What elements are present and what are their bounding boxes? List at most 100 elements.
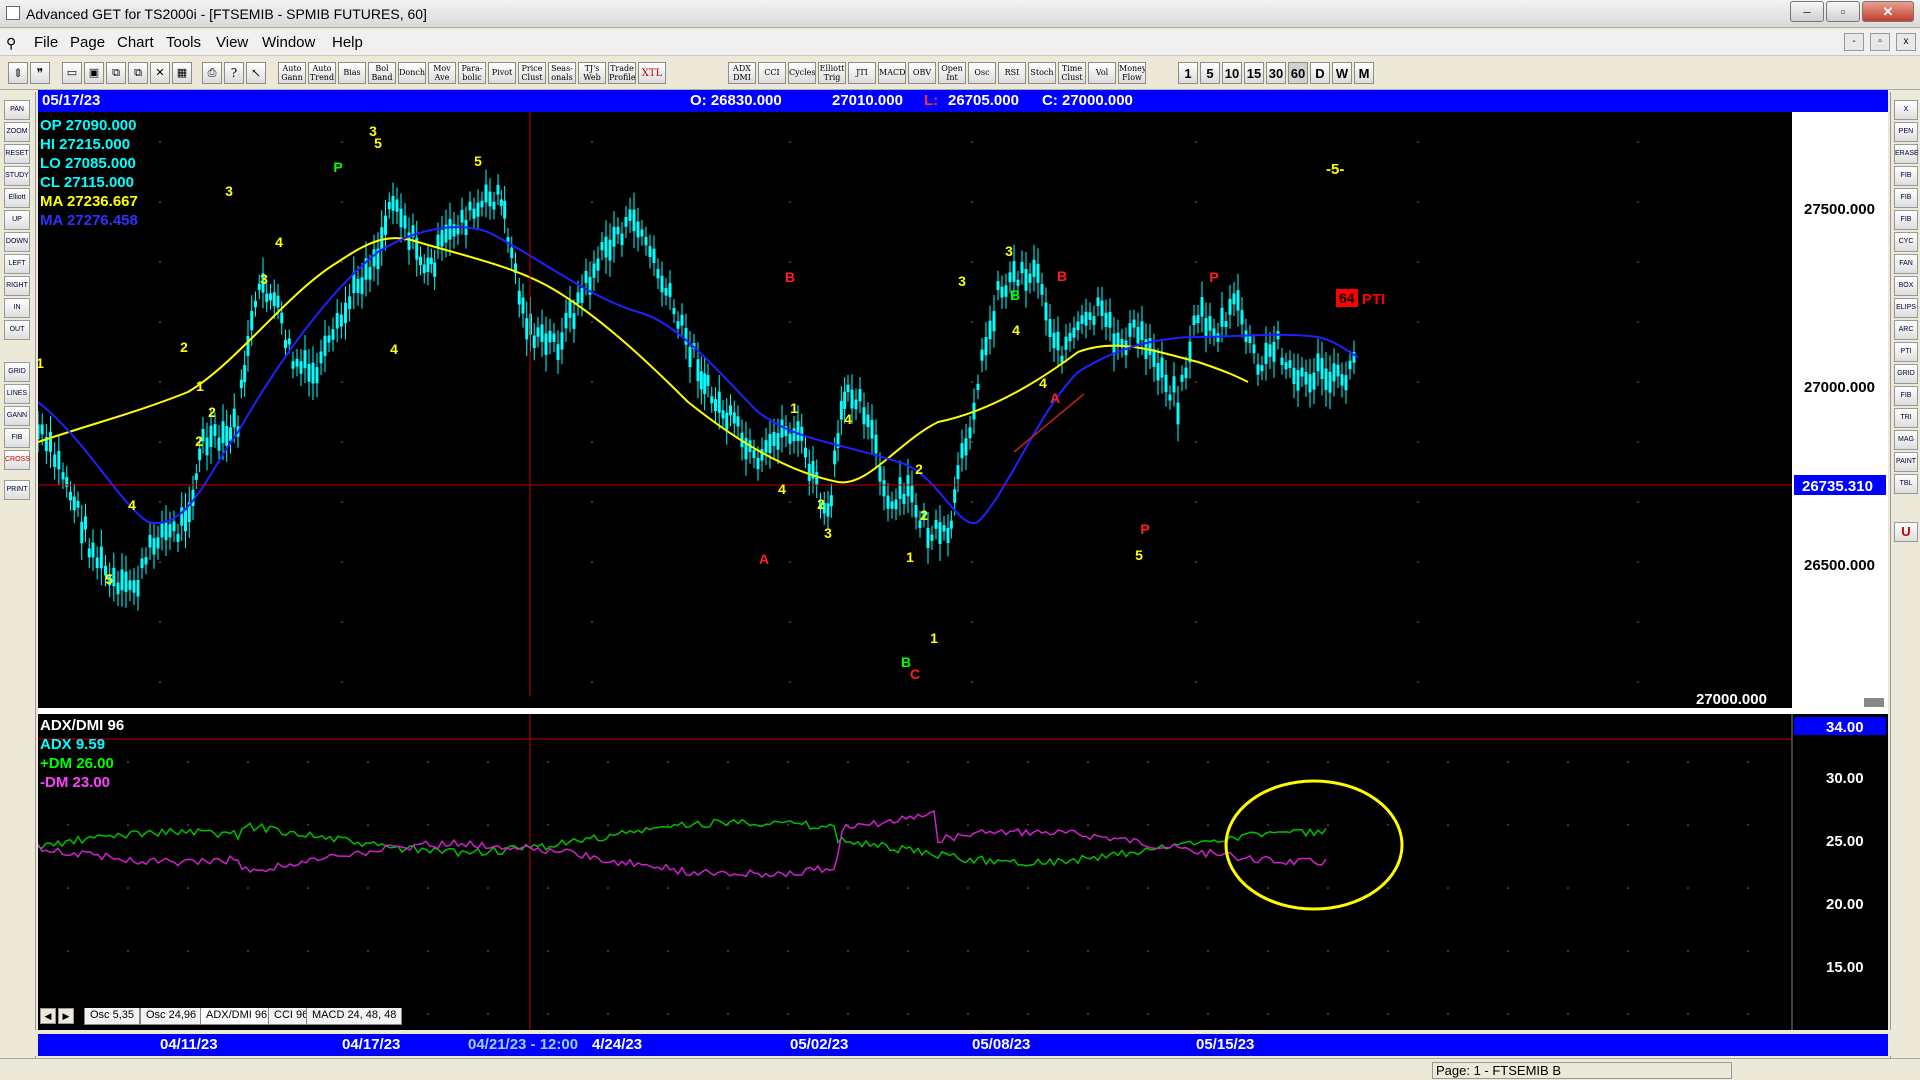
paint-tool[interactable]: PAINT	[1894, 452, 1918, 472]
table-tool[interactable]: TBL	[1894, 474, 1918, 494]
tab-macd[interactable]: MACD 24, 48, 48	[306, 1008, 403, 1025]
adx-dmi-button[interactable]: ADX DMI	[728, 62, 756, 84]
chart-area[interactable]: 05/17/23 O: 26830.000 27010.000 L: 26705…	[38, 90, 1888, 1040]
timeframe-d-button[interactable]: D	[1310, 62, 1330, 84]
grid-tool[interactable]: GRID	[4, 362, 30, 382]
stoch-button[interactable]: Stoch	[1028, 62, 1056, 84]
price-chart[interactable]: OP 27090.000 HI 27215.000 LO 27085.000 C…	[38, 112, 1888, 1040]
mov-ave-button[interactable]: Mov Ave	[428, 62, 456, 84]
trade-profile-button[interactable]: Trade Profile	[608, 62, 636, 84]
menu-page[interactable]: Page	[70, 34, 105, 51]
osc-button[interactable]: Osc	[968, 62, 996, 84]
grid-draw-tool[interactable]: GRID	[1894, 364, 1918, 384]
elliott-tool[interactable]: Elliott	[4, 188, 30, 208]
cci-button[interactable]: CCI	[758, 62, 786, 84]
menu-tools[interactable]: Tools	[166, 34, 201, 51]
mdi-restore-button[interactable]: ▫	[1870, 33, 1890, 51]
close-drawing-tool[interactable]: X	[1894, 100, 1918, 120]
quote-icon[interactable]: ❞	[30, 62, 50, 84]
scroll-up-tool[interactable]: UP	[4, 210, 30, 230]
timeframe-w-button[interactable]: W	[1332, 62, 1352, 84]
delete-icon[interactable]: ✕	[150, 62, 170, 84]
mdi-close-button[interactable]: x	[1896, 33, 1916, 51]
fib-extension-tool[interactable]: FIB EXT	[1894, 188, 1918, 219]
zoom-tool[interactable]: ZOOM	[4, 122, 30, 142]
price-clust-button[interactable]: Price Clust	[518, 62, 546, 84]
pti-tool[interactable]: PTI	[1894, 342, 1918, 362]
pin-icon[interactable]: ⚲	[6, 35, 16, 52]
context-help-icon[interactable]: ↖	[246, 62, 266, 84]
scroll-right-tool[interactable]: RIGHT	[4, 276, 30, 296]
jti-button[interactable]: JTI	[848, 62, 876, 84]
cycles-button[interactable]: Cycles	[788, 62, 816, 84]
fib-box-tool[interactable]: FIB BOX	[1894, 386, 1918, 417]
expand-tool[interactable]: OUT	[4, 320, 30, 340]
rsi-button[interactable]: RSI	[998, 62, 1026, 84]
tab-prev-button[interactable]: ◀	[40, 1008, 56, 1024]
fan-tool[interactable]: FAN	[1894, 254, 1918, 274]
ellipse-tool[interactable]: ELIPS	[1894, 298, 1918, 318]
obv-button[interactable]: OBV	[908, 62, 936, 84]
fib-time-tool[interactable]: FIB TIME	[1894, 210, 1918, 241]
timeframe-m-button[interactable]: M	[1354, 62, 1374, 84]
compress-tool[interactable]: IN	[4, 298, 30, 318]
maximize-button[interactable]: ▫	[1826, 1, 1860, 22]
arc-tool[interactable]: ARC	[1894, 320, 1918, 340]
vol-button[interactable]: Vol	[1088, 62, 1116, 84]
new-page-icon[interactable]: ▭	[62, 62, 82, 84]
copy-icon[interactable]: ⧉	[106, 62, 126, 84]
scroll-left-tool[interactable]: LEFT	[4, 254, 30, 274]
minimize-button[interactable]: –	[1790, 1, 1824, 22]
pivot-button[interactable]: Pivot	[488, 62, 516, 84]
tab-osc-5-35[interactable]: Osc 5,35	[84, 1008, 141, 1025]
crosshair-tool[interactable]: CROSS	[4, 450, 30, 470]
bias-button[interactable]: Bias	[338, 62, 366, 84]
pointer-icon[interactable]: ⇕	[8, 62, 28, 84]
mdi-minimize-button[interactable]: -	[1844, 33, 1864, 51]
macd-button[interactable]: MACD	[878, 62, 906, 84]
scale-icon[interactable]	[1864, 698, 1884, 707]
menu-view[interactable]: View	[216, 34, 248, 51]
xtl-button[interactable]: XTL	[638, 62, 666, 84]
help-icon[interactable]: ?	[224, 62, 244, 84]
parabolic-button[interactable]: Para- bolic	[458, 62, 486, 84]
tab-osc-24-96[interactable]: Osc 24,96	[140, 1008, 203, 1025]
scroll-down-tool[interactable]: DOWN	[4, 232, 30, 252]
grid-icon[interactable]: ▦	[172, 62, 192, 84]
auto-gann-button[interactable]: Auto Gann	[278, 62, 306, 84]
timeframe-1-button[interactable]: 1	[1178, 62, 1198, 84]
auto-trend-button[interactable]: Auto Trend	[308, 62, 336, 84]
reset-tool[interactable]: RESET	[4, 144, 30, 164]
timeframe-15-button[interactable]: 15	[1244, 62, 1264, 84]
money-flow-button[interactable]: Money Flow	[1118, 62, 1146, 84]
open-int-button[interactable]: Open Int	[938, 62, 966, 84]
box-tool[interactable]: BOX	[1894, 276, 1918, 296]
gann-tool[interactable]: GANN	[4, 406, 30, 426]
cycle-tool[interactable]: CYC	[1894, 232, 1918, 252]
magnet-tool[interactable]: U	[1894, 522, 1918, 542]
menu-chart[interactable]: Chart	[117, 34, 154, 51]
tab-next-button[interactable]: ▶	[58, 1008, 74, 1024]
paste-icon[interactable]: ⧉	[128, 62, 148, 84]
triangle-tool[interactable]: TRI	[1894, 408, 1918, 428]
print-tool[interactable]: PRINT	[4, 480, 30, 500]
menu-window[interactable]: Window	[262, 34, 315, 51]
bol-band-button[interactable]: Bol Band	[368, 62, 396, 84]
donch-button[interactable]: Donch	[398, 62, 426, 84]
seasonals-button[interactable]: Seas- onals	[548, 62, 576, 84]
save-icon[interactable]: ▣	[84, 62, 104, 84]
window-titlebar[interactable]: Advanced GET for TS2000i - [FTSEMIB - SP…	[0, 0, 1920, 28]
elliott-trig-button[interactable]: Elliott Trig	[818, 62, 846, 84]
timeframe-30-button[interactable]: 30	[1266, 62, 1286, 84]
pen-tool[interactable]: PEN	[1894, 122, 1918, 142]
timeframe-60-button[interactable]: 60	[1288, 62, 1308, 84]
timeframe-5-button[interactable]: 5	[1200, 62, 1220, 84]
time-clust-button[interactable]: Time Clust	[1058, 62, 1086, 84]
fib-retracement-tool[interactable]: FIB RET	[1894, 166, 1918, 197]
tab-adx-dmi-96[interactable]: ADX/DMI 96	[200, 1008, 274, 1025]
menu-file[interactable]: File	[34, 34, 58, 51]
close-button[interactable]: ✕	[1862, 1, 1914, 22]
magnify-tool[interactable]: MAG	[1894, 430, 1918, 450]
pan-tool[interactable]: PAN	[4, 100, 30, 120]
tjs-web-button[interactable]: TJ's Web	[578, 62, 606, 84]
